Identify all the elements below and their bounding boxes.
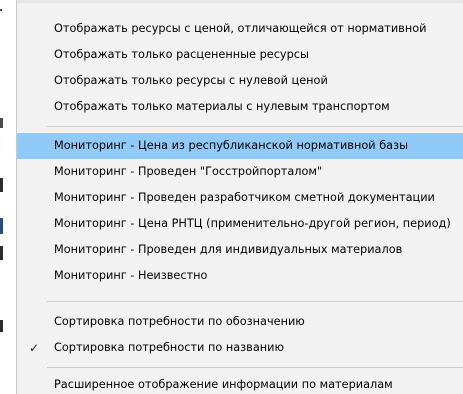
background-mark bbox=[0, 218, 3, 234]
menu-item-label: Мониторинг - Проведен "Госстройпорталом" bbox=[54, 165, 323, 178]
menu-item-label: Отображать только ресурсы с нулевой цено… bbox=[54, 74, 328, 87]
menu-item-label: Сортировка потребности по названию bbox=[54, 341, 284, 354]
menu-item-sort-by-designation[interactable]: Сортировка потребности по обозначению bbox=[17, 309, 463, 335]
menu-top-edge bbox=[17, 0, 463, 3]
checkmark-icon: ✓ bbox=[28, 341, 40, 355]
menu-item-label: Мониторинг - Цена из республиканской нор… bbox=[54, 139, 409, 152]
menu-separator bbox=[47, 367, 463, 368]
menu-item-monitoring-republican-base[interactable]: Мониторинг - Цена из республиканской нор… bbox=[17, 133, 463, 159]
menu-item-label: Отображать только расцененные ресурсы bbox=[54, 48, 309, 61]
menu-item-label: Отображать только материалы с нулевым тр… bbox=[54, 100, 390, 113]
menu-separator bbox=[47, 126, 463, 127]
menu-item-label: Расширенное отображение информации по ма… bbox=[54, 378, 393, 391]
menu-item-label: Мониторинг - Проведен разработчиком смет… bbox=[54, 191, 435, 204]
background-mark bbox=[0, 9, 2, 11]
background-mark bbox=[0, 320, 3, 332]
menu-item-show-zero-transport[interactable]: Отображать только материалы с нулевым тр… bbox=[17, 94, 463, 120]
menu-item-label: Мониторинг - Неизвестно bbox=[54, 269, 208, 282]
menu-item-show-priced-only[interactable]: Отображать только расцененные ресурсы bbox=[17, 42, 463, 68]
background-mark bbox=[0, 178, 3, 192]
menu-item-extended-material-info[interactable]: Расширенное отображение информации по ма… bbox=[17, 372, 463, 394]
menu-item-sort-by-name[interactable]: ✓ Сортировка потребности по названию bbox=[17, 335, 463, 361]
background-mark bbox=[0, 246, 3, 260]
menu-item-label: Сортировка потребности по обозначению bbox=[54, 315, 305, 328]
menu-separator bbox=[47, 301, 463, 302]
menu-item-label: Мониторинг - Проведен для индивидуальных… bbox=[54, 243, 403, 256]
menu-item-show-nonstandard-price[interactable]: Отображать ресурсы с ценой, отличающейся… bbox=[17, 16, 463, 42]
menu-item-show-zero-price[interactable]: Отображать только ресурсы с нулевой цено… bbox=[17, 68, 463, 94]
menu-item-label: Отображать ресурсы с ценой, отличающейся… bbox=[54, 22, 427, 35]
background-window-edge bbox=[0, 0, 16, 394]
menu-item-monitoring-gosstroyportal[interactable]: Мониторинг - Проведен "Госстройпорталом" bbox=[17, 159, 463, 185]
menu-item-label: Мониторинг - Цена РНТЦ (применительно-др… bbox=[54, 217, 451, 230]
menu-item-monitoring-rntc-price[interactable]: Мониторинг - Цена РНТЦ (применительно-др… bbox=[17, 211, 463, 237]
menu-item-monitoring-unknown[interactable]: Мониторинг - Неизвестно bbox=[17, 263, 463, 289]
menu-item-monitoring-individual-materials[interactable]: Мониторинг - Проведен для индивидуальных… bbox=[17, 237, 463, 263]
menu-item-monitoring-estimate-developer[interactable]: Мониторинг - Проведен разработчиком смет… bbox=[17, 185, 463, 211]
context-menu: Отображать ресурсы с ценой, отличающейся… bbox=[16, 0, 463, 394]
background-mark bbox=[0, 118, 3, 128]
